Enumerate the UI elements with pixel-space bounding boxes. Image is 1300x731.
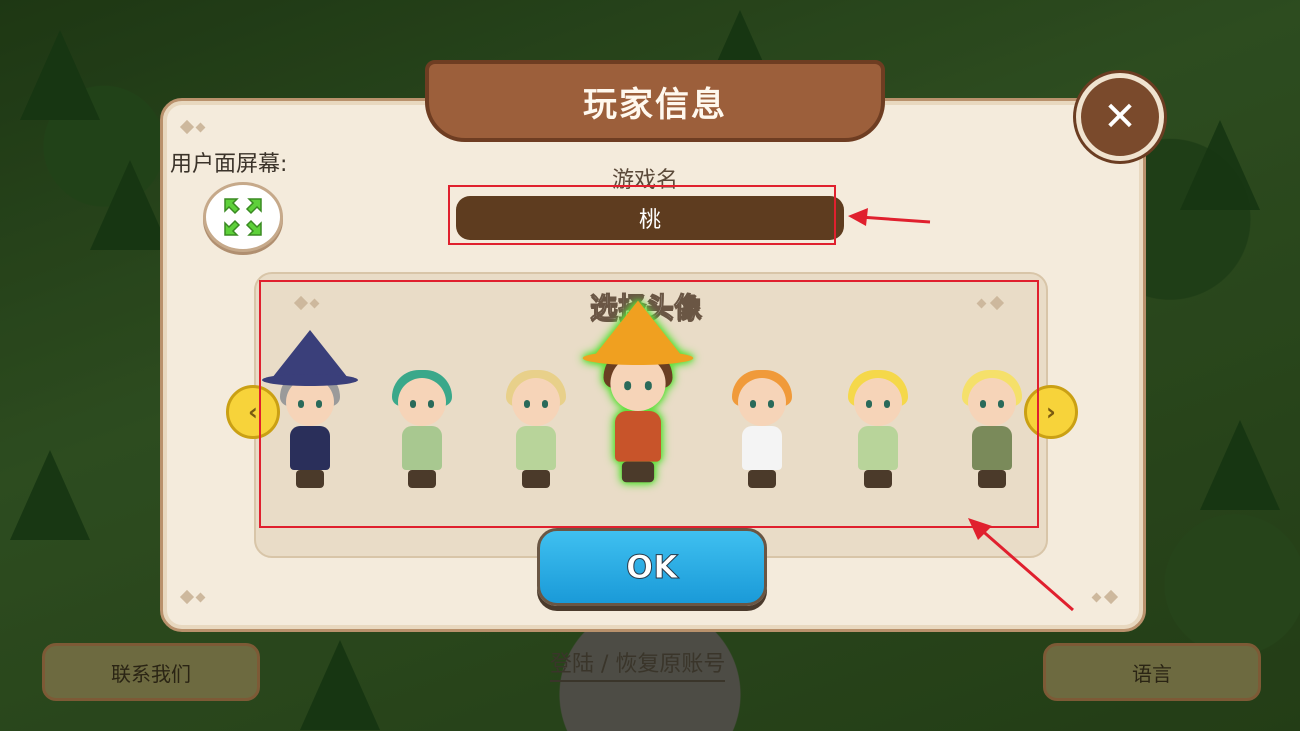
annotation-arrow-name <box>848 208 931 226</box>
annotation-arrows <box>848 208 1074 612</box>
annotation-arrow-avatars <box>968 518 1074 612</box>
